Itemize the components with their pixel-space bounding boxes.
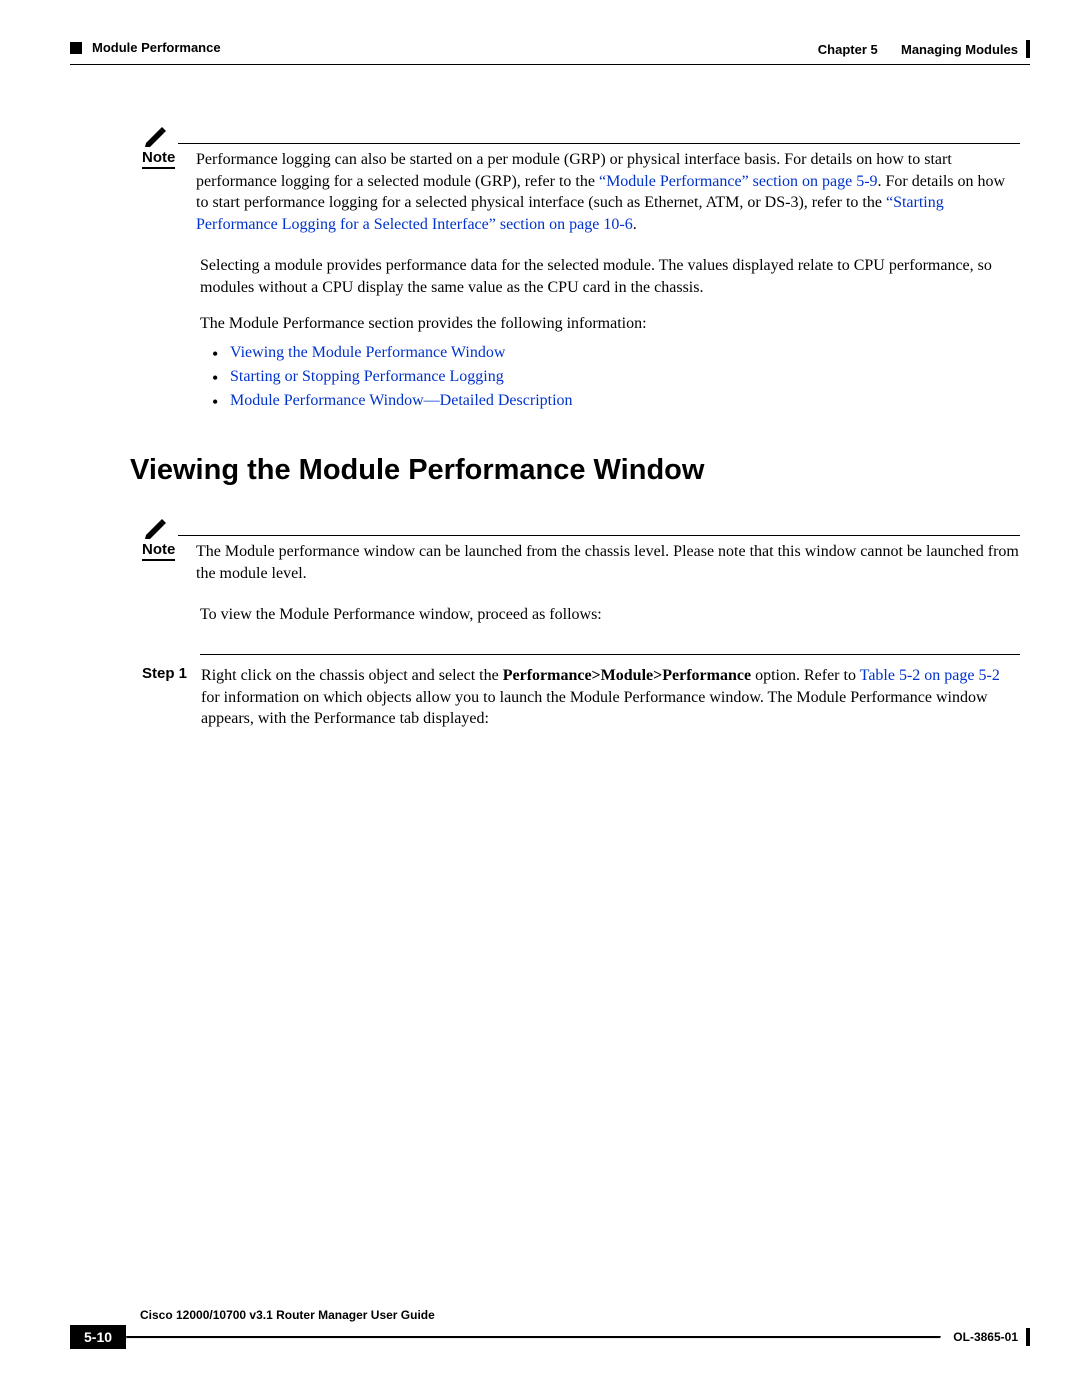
header-rule: [70, 64, 1030, 65]
note-text-1: Performance logging can also be started …: [196, 149, 1020, 235]
pencil-icon: [142, 517, 170, 539]
header-end-bar-icon: [1026, 40, 1030, 58]
footer-guide-title: Cisco 12000/10700 v3.1 Router Manager Us…: [140, 1308, 1030, 1322]
step-label: Step 1: [142, 665, 187, 682]
note-block-2: Note The Module performance window can b…: [142, 517, 1020, 584]
toc-list: Viewing the Module Performance Window St…: [212, 344, 1020, 410]
toc-link-detailed[interactable]: Module Performance Window—Detailed Descr…: [212, 392, 1020, 410]
header-marker-icon: [70, 42, 82, 54]
step-text: Right click on the chassis object and se…: [201, 665, 1020, 730]
note-block-1: Note Performance logging can also be sta…: [142, 125, 1020, 235]
toc-link-starting[interactable]: Starting or Stopping Performance Logging: [212, 368, 1020, 386]
step-block: Step 1 Right click on the chassis object…: [142, 654, 1020, 730]
paragraph-selecting-module: Selecting a module provides performance …: [200, 255, 1020, 298]
note-label: Note: [142, 149, 175, 169]
note-text-2: The Module performance window can be lau…: [196, 541, 1020, 584]
note-label: Note: [142, 541, 175, 561]
page-header: Module Performance Chapter 5 Managing Mo…: [70, 40, 1030, 58]
footer-end-bar-icon: [1026, 1328, 1030, 1346]
header-chapter-label: Chapter 5: [818, 42, 878, 57]
link-table-5-2[interactable]: Table 5-2 on page 5-2: [860, 667, 1000, 684]
paragraph-section-info: The Module Performance section provides …: [200, 313, 1020, 335]
paragraph-proceed: To view the Module Performance window, p…: [200, 604, 1020, 626]
doc-number: OL-3865-01: [953, 1330, 1018, 1344]
header-chapter-title: Managing Modules: [901, 42, 1018, 57]
pencil-icon: [142, 125, 170, 147]
header-section: Module Performance: [92, 40, 221, 55]
menu-path: Performance>Module>Performance: [503, 667, 751, 684]
link-module-performance[interactable]: “Module Performance” section on page 5-9: [599, 173, 878, 190]
page-number: 5-10: [70, 1325, 126, 1349]
toc-link-viewing[interactable]: Viewing the Module Performance Window: [212, 344, 1020, 362]
page-footer: Cisco 12000/10700 v3.1 Router Manager Us…: [70, 1308, 1030, 1349]
section-heading: Viewing the Module Performance Window: [130, 454, 1020, 487]
